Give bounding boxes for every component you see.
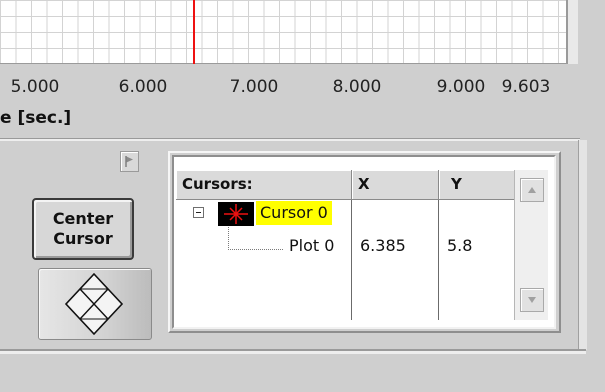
graph-frame-edge (568, 0, 578, 64)
cursor-y-value[interactable]: 5.8 (447, 236, 472, 255)
arrow-up-icon (528, 187, 536, 193)
tree-collapse-toggle[interactable] (193, 207, 204, 218)
column-header-cursors[interactable]: Cursors: (176, 170, 352, 200)
cursor-x-value[interactable]: 6.385 (360, 236, 406, 255)
tree-connector-line (228, 227, 283, 250)
cursor-mover-button[interactable] (38, 268, 152, 340)
column-header-y[interactable]: Y (439, 170, 515, 200)
scroll-down-button[interactable] (520, 288, 544, 312)
cursor-table-scrollbar[interactable] (514, 170, 548, 320)
x-tick-label: 8.000 (332, 77, 382, 97)
panel-divider (0, 138, 580, 141)
x-tick-label: 7.000 (229, 77, 279, 97)
scroll-up-button[interactable] (520, 178, 544, 202)
x-tick-label: 5.000 (10, 77, 60, 97)
center-cursor-button[interactable]: Center Cursor (32, 198, 134, 260)
crosshair-icon (224, 204, 248, 224)
cursor-name[interactable]: Cursor 0 (256, 201, 332, 225)
arrow-down-icon (528, 297, 536, 303)
column-divider (438, 200, 439, 320)
x-tick-label: 6.000 (118, 77, 168, 97)
graph-plot-area[interactable] (0, 0, 568, 64)
column-header-x[interactable]: X (352, 170, 439, 200)
diamond-arrows-icon (64, 272, 124, 336)
center-cursor-label-line1: Center (52, 209, 114, 228)
panel-bottom-edge (0, 349, 586, 354)
center-cursor-label-line2: Cursor (53, 229, 113, 248)
cursor-style-swatch[interactable] (218, 202, 254, 226)
cursor-line[interactable] (193, 0, 195, 64)
panel-right-edge (578, 140, 587, 350)
x-tick-label: 9.000 (436, 77, 486, 97)
x-tick-label: 9.603 (501, 77, 551, 97)
cursor-plot-name[interactable]: Plot 0 (289, 236, 334, 255)
flag-icon (125, 156, 133, 167)
x-axis-label: e [sec.] (0, 108, 72, 128)
column-divider (351, 200, 352, 320)
cursor-legend-toggle-button[interactable] (120, 151, 139, 172)
